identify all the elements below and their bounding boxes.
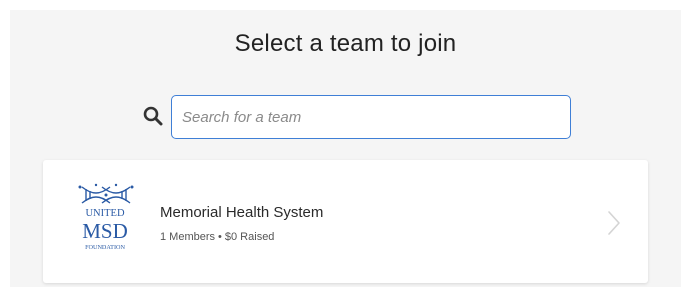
team-stats: 1 Members • $0 Raised [160,231,274,243]
team-name: Memorial Health System [160,204,324,221]
logo-line-3: FOUNDATION [85,244,125,251]
page-title: Select a team to join [234,30,457,57]
team-members-count: 1 Members [160,231,216,243]
team-select-panel: Select a team to join Search for a team … [10,10,681,287]
logo-line-1: UNITED [85,208,124,219]
team-card[interactable]: UNITED MSD FOUNDATION Memorial Health Sy… [43,160,648,283]
search-icon [143,106,163,126]
logo-line-2: MSD [82,219,128,243]
meta-separator: • [218,231,222,243]
search-bar [138,95,582,139]
team-raised-amount: $0 Raised [224,231,275,243]
chevron-right-icon[interactable] [606,210,622,236]
united-msd-foundation-logo: UNITED MSD FOUNDATION [78,183,134,251]
search-input[interactable] [171,95,571,139]
